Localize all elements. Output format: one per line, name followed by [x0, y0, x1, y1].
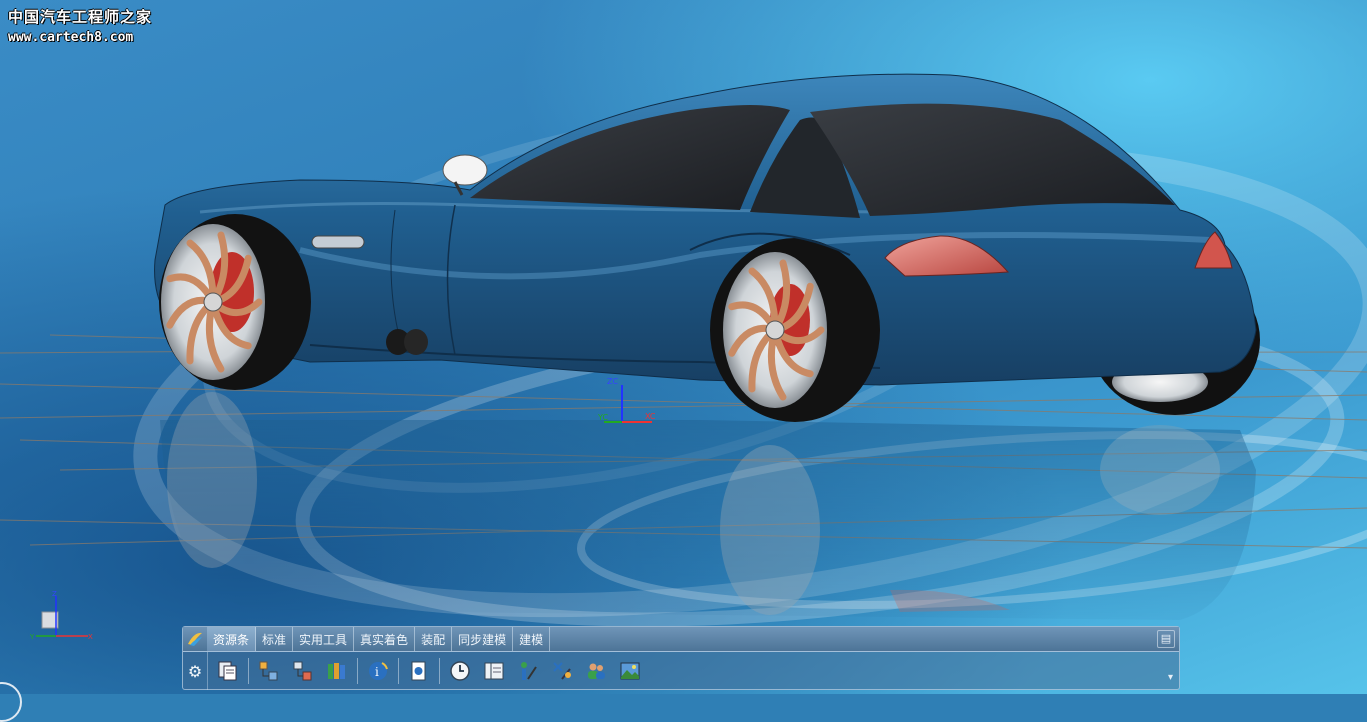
toolbar-tab-strip: 资源条 标准 实用工具 真实着色 装配 同步建模 建模 ▤ — [183, 627, 1179, 652]
graphics-viewport[interactable]: ZC XC YC 中国汽车工程师之家 www.cartech8.com Z X … — [0, 0, 1367, 722]
zc-label: ZC — [607, 377, 618, 386]
triad-y-label: Y — [29, 633, 35, 641]
process-studio-icon[interactable] — [514, 657, 542, 685]
svg-text:i: i — [375, 665, 379, 679]
watermark-site-name: 中国汽车工程师之家 — [8, 8, 153, 26]
assembly-navigator-icon[interactable] — [255, 657, 283, 685]
toolbar-separator — [248, 658, 249, 684]
tab-standard[interactable]: 标准 — [256, 627, 294, 651]
car-model-scene[interactable]: ZC XC YC — [0, 0, 1367, 694]
toolbar-separator — [398, 658, 399, 684]
chevron-down-icon[interactable]: ▾ — [1168, 672, 1173, 683]
system-scenes-icon[interactable] — [616, 657, 644, 685]
tab-resource-bar[interactable]: 资源条 — [207, 627, 257, 651]
system-materials-icon[interactable] — [480, 657, 508, 685]
triad-z-label: Z — [52, 590, 57, 598]
toolbar-separator — [439, 658, 440, 684]
view-triad[interactable]: Z X Y — [28, 590, 98, 646]
toolbar-separator — [357, 658, 358, 684]
tab-modeling[interactable]: 建模 — [513, 627, 551, 651]
hd3d-icon[interactable] — [405, 657, 433, 685]
yc-label: YC — [597, 413, 608, 422]
resource-toolbar: 资源条 标准 实用工具 真实着色 装配 同步建模 建模 ▤ ⚙ i ▾ — [182, 626, 1180, 690]
tab-utilities[interactable]: 实用工具 — [293, 627, 355, 651]
tab-true-shading[interactable]: 真实着色 — [354, 627, 416, 651]
front-wheel — [159, 214, 311, 390]
part-navigator-icon[interactable] — [323, 657, 351, 685]
rear-wheel — [710, 238, 880, 422]
manufacturing-wizard-icon[interactable] — [548, 657, 576, 685]
tab-synchronous-modeling[interactable]: 同步建模 — [452, 627, 514, 651]
nx-logo-icon — [183, 627, 207, 651]
toolbar-icon-row: ⚙ i — [183, 652, 1179, 690]
triad-x-label: X — [88, 633, 93, 641]
history-icon[interactable] — [446, 657, 474, 685]
roles-icon[interactable] — [582, 657, 610, 685]
tab-assembly[interactable]: 装配 — [415, 627, 453, 651]
reuse-library-icon[interactable]: i — [364, 657, 392, 685]
xc-label: XC — [645, 412, 656, 421]
watermark-url: www.cartech8.com — [8, 30, 134, 45]
constraint-navigator-icon[interactable] — [289, 657, 317, 685]
window-list-icon[interactable] — [214, 657, 242, 685]
car-reflection — [160, 392, 1256, 620]
gear-icon[interactable]: ⚙ — [183, 652, 208, 690]
toolbar-options-button[interactable]: ▤ — [1157, 630, 1175, 648]
door-handle — [311, 235, 365, 249]
